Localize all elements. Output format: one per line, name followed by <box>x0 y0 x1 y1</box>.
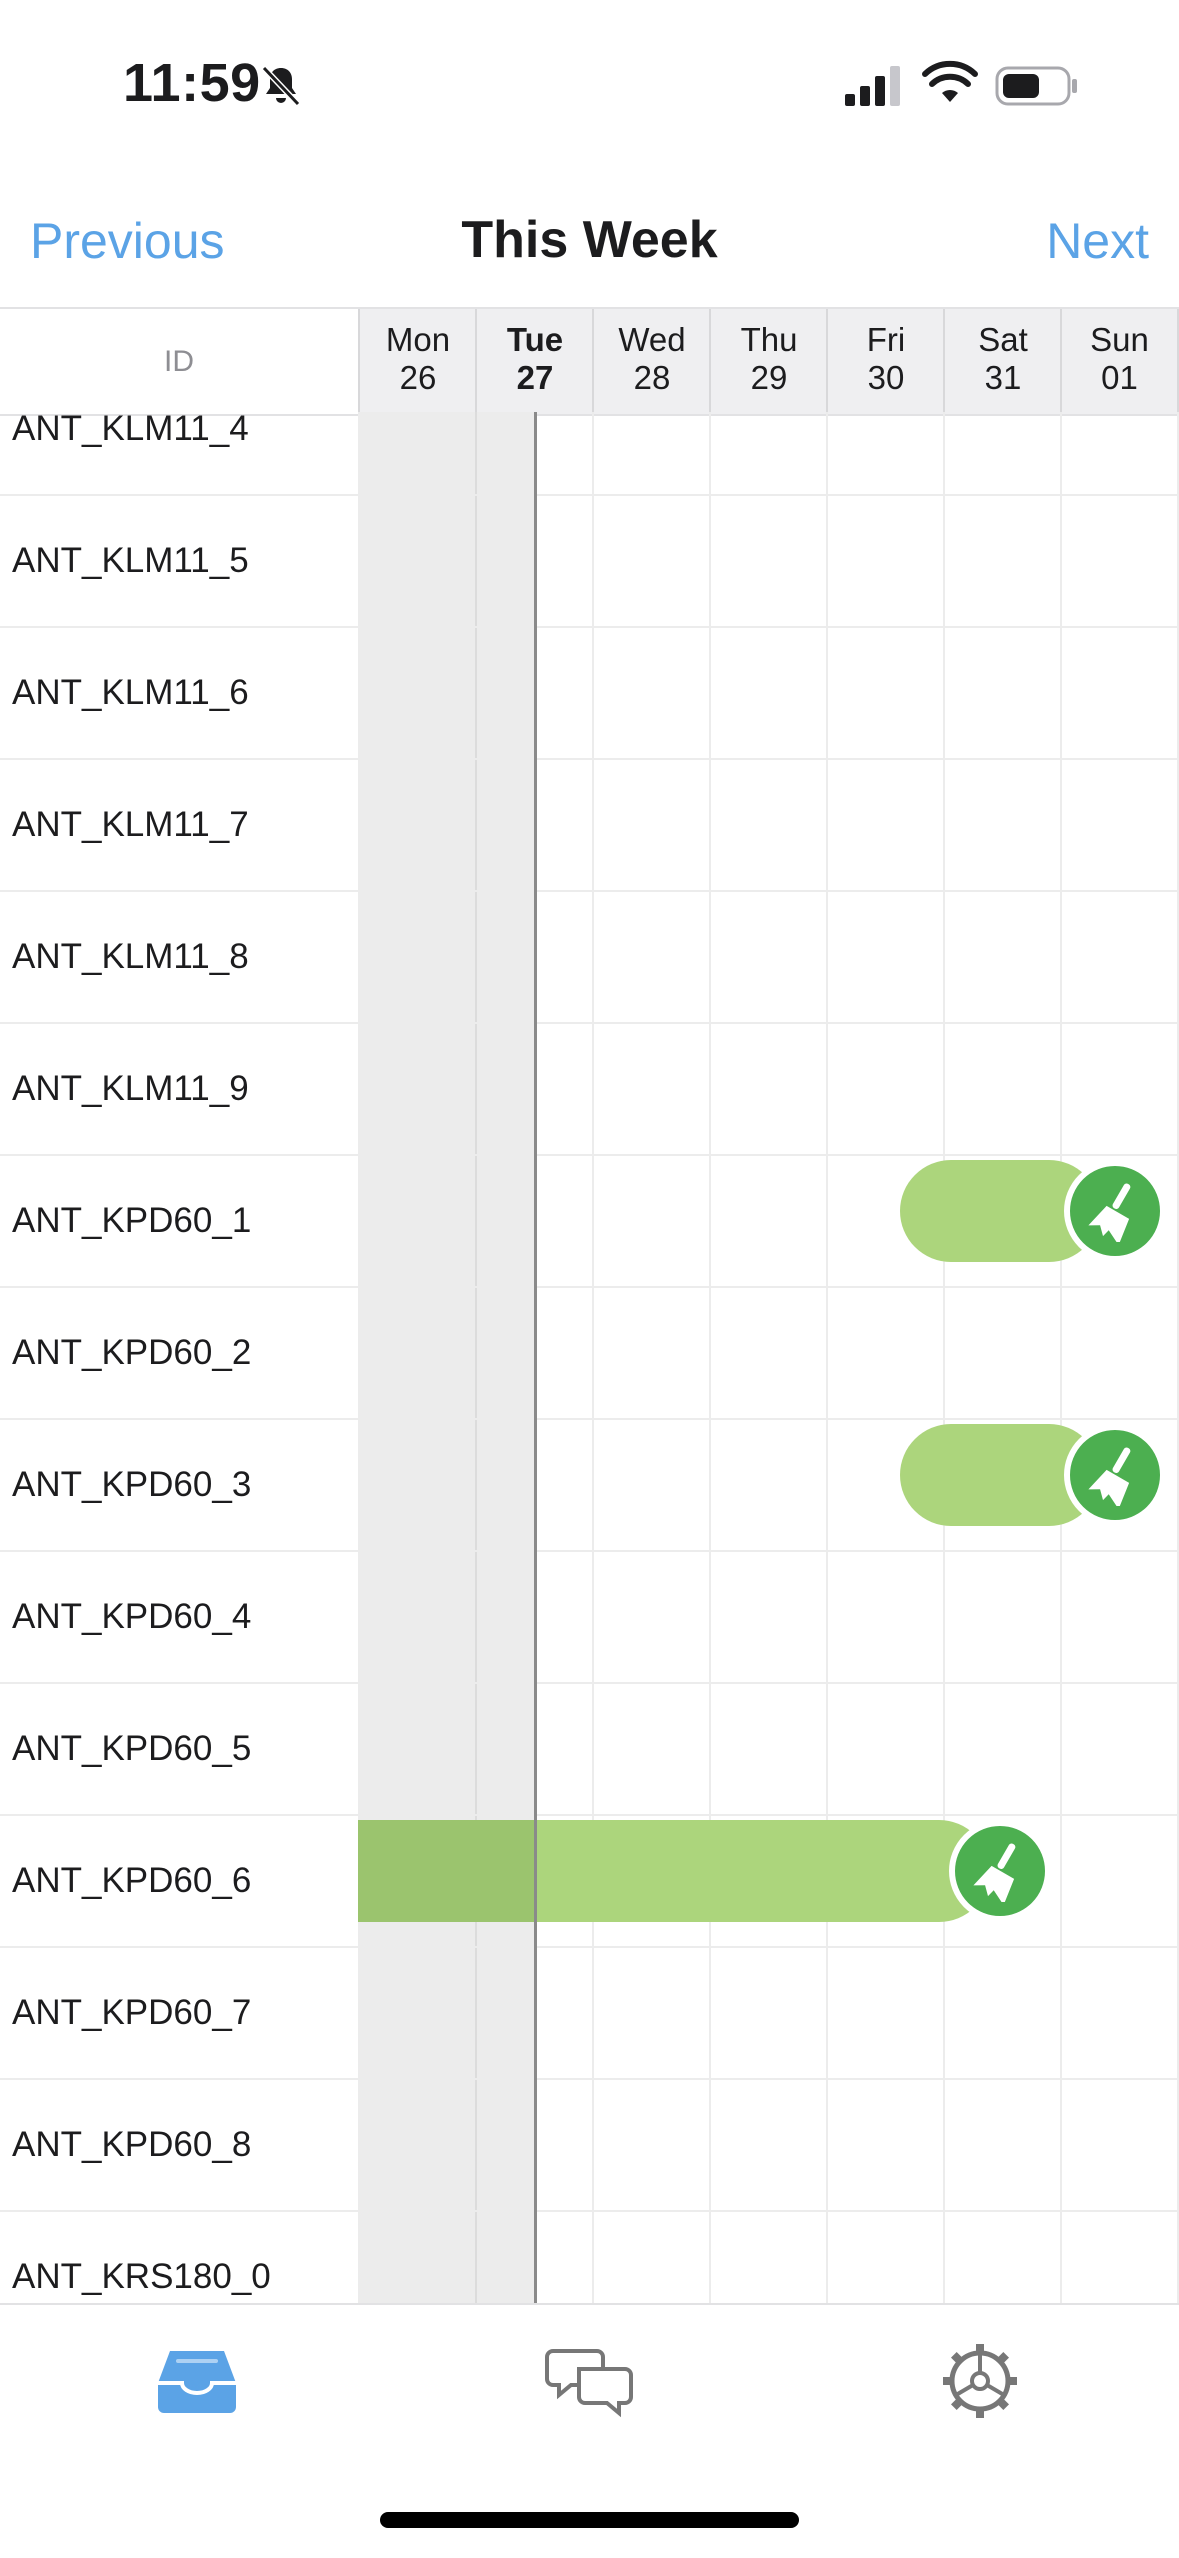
next-week-button[interactable]: Next <box>1046 212 1149 270</box>
table-row[interactable]: ANT_KPD60_2 <box>0 1288 1179 1420</box>
table-row[interactable]: ANT_KPD60_7 <box>0 1948 1179 2080</box>
table-row[interactable]: ANT_KPD60_4 <box>0 1552 1179 1684</box>
table-row[interactable]: ANT_KPD60_5 <box>0 1684 1179 1816</box>
table-row[interactable]: ANT_KLM11_7 <box>0 760 1179 892</box>
event-bar-past-portion <box>358 1820 535 1922</box>
wifi-icon <box>922 60 978 102</box>
gear-icon[interactable] <box>935 2341 1025 2421</box>
status-bar: 11:59 <box>0 0 1179 170</box>
day-header-sat: Sat 31 <box>943 309 1061 414</box>
day-name: Tue <box>506 321 564 358</box>
day-header-wed: Wed 28 <box>592 309 710 414</box>
row-id-label: ANT_KPD60_7 <box>12 1993 252 2032</box>
row-id-label: ANT_KLM11_9 <box>12 1069 249 1108</box>
row-id-label: ANT_KPD60_6 <box>12 1861 252 1900</box>
day-header-sun: Sun 01 <box>1060 309 1179 414</box>
table-row[interactable]: ANT_KRS180_0 <box>0 2212 1179 2305</box>
schedule-grid[interactable]: ANT_KLM11_4 ANT_KLM11_5 ANT_KLM11_6 ANT_… <box>0 412 1179 2305</box>
row-id-label: ANT_KPD60_3 <box>12 1465 252 1504</box>
row-id-label: ANT_KLM11_6 <box>12 673 249 712</box>
schedule-header-row: ID Mon 26 Tue 27 Wed 28 Thu 29 Fri 30 Sa… <box>0 307 1179 416</box>
day-name: Wed <box>618 321 686 358</box>
row-id-label: ANT_KRS180_0 <box>12 2257 271 2296</box>
cellular-signal-icon <box>845 66 900 106</box>
id-column-header: ID <box>164 345 194 378</box>
day-date: 29 <box>750 359 788 396</box>
week-navigation-bar: This Week Previous Next <box>0 190 1179 300</box>
chat-bubbles-icon[interactable] <box>545 2341 635 2421</box>
home-indicator[interactable] <box>380 2512 799 2528</box>
day-date: 01 <box>1101 359 1138 396</box>
row-id-label: ANT_KPD60_1 <box>12 1201 252 1240</box>
day-name: Sat <box>978 321 1028 358</box>
broom-icon <box>973 1843 1016 1902</box>
row-id-label: ANT_KLM11_4 <box>12 412 249 448</box>
previous-week-button[interactable]: Previous <box>30 212 225 270</box>
cleaning-event-badge[interactable] <box>1064 1160 1166 1262</box>
row-id-label: ANT_KLM11_7 <box>12 805 249 844</box>
row-id-label: ANT_KLM11_5 <box>12 541 249 580</box>
row-id-label: ANT_KLM11_8 <box>12 937 249 976</box>
broom-icon <box>1088 1447 1131 1506</box>
table-row[interactable]: ANT_KLM11_4 <box>0 412 1179 496</box>
day-date: 27 <box>516 359 554 396</box>
row-id-label: ANT_KPD60_5 <box>12 1729 252 1768</box>
day-date: 30 <box>867 359 905 396</box>
current-time-line <box>534 412 537 2305</box>
day-date: 31 <box>984 359 1022 396</box>
cleaning-event-badge[interactable] <box>1064 1424 1166 1526</box>
broom-icon <box>1088 1183 1131 1242</box>
day-date: 28 <box>633 359 671 396</box>
day-header-thu: Thu 29 <box>709 309 827 414</box>
table-row[interactable]: ANT_KLM11_5 <box>0 496 1179 628</box>
day-name: Mon <box>385 321 451 358</box>
row-id-label: ANT_KPD60_2 <box>12 1333 252 1372</box>
day-header-tue: Tue 27 <box>475 309 593 414</box>
row-id-label: ANT_KPD60_4 <box>12 1597 252 1636</box>
table-row[interactable]: ANT_KLM11_8 <box>0 892 1179 1024</box>
table-row[interactable]: ANT_KLM11_6 <box>0 628 1179 760</box>
day-header-fri: Fri 30 <box>826 309 944 414</box>
day-name: Thu <box>740 321 798 358</box>
table-row[interactable]: ANT_KLM11_9 <box>0 1024 1179 1156</box>
day-header-mon: Mon 26 <box>358 309 476 414</box>
table-row[interactable]: ANT_KPD60_8 <box>0 2080 1179 2212</box>
bell-muted-icon <box>261 65 301 107</box>
status-time: 11:59 <box>123 53 261 113</box>
battery-icon <box>995 66 1077 106</box>
cleaning-event-badge[interactable] <box>949 1820 1051 1922</box>
day-name: Sun <box>1090 321 1149 358</box>
inbox-tray-icon[interactable] <box>152 2341 242 2421</box>
day-name: Fri <box>866 321 906 358</box>
day-date: 26 <box>399 359 437 396</box>
row-id-label: ANT_KPD60_8 <box>12 2125 252 2164</box>
